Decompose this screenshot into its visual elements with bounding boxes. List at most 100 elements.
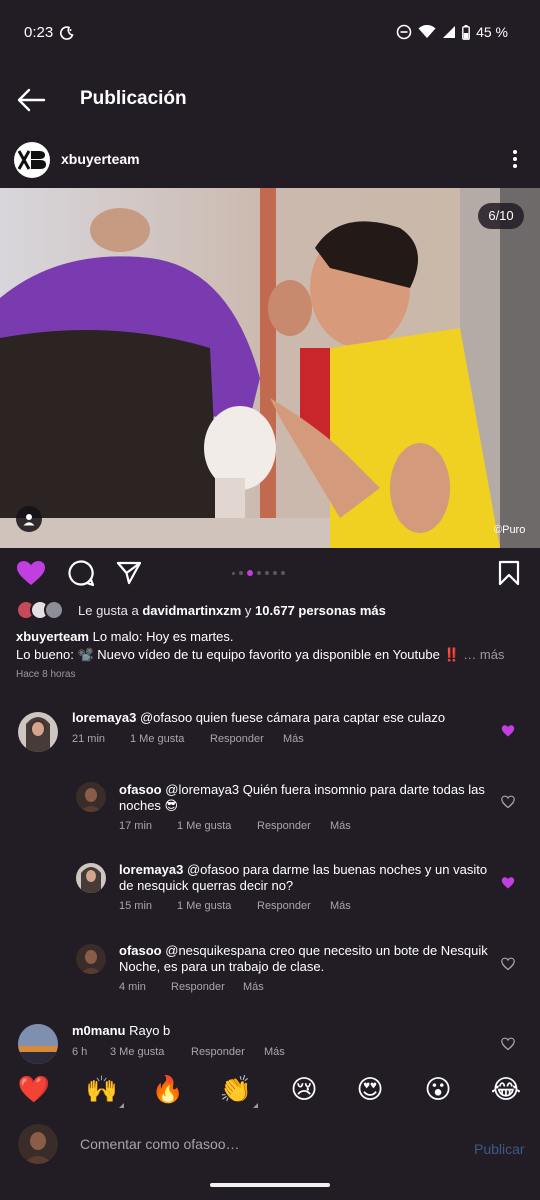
comment-avatar[interactable] <box>76 863 106 893</box>
comment-like-heart-outline-icon[interactable] <box>501 957 515 971</box>
comment-more-button[interactable]: Más <box>243 981 264 993</box>
post-photo[interactable] <box>0 188 540 548</box>
reply-button[interactable]: Responder <box>191 1046 264 1058</box>
likes-middle: y <box>241 603 256 618</box>
emoji-fire[interactable]: 🔥 <box>150 1074 186 1106</box>
comment-likes[interactable]: 1 Me gusta <box>130 733 210 745</box>
comment-text: loremaya3 @ofasoo para darme las buenas … <box>119 862 489 894</box>
post-photo-illustration <box>0 188 540 548</box>
comment-bubble-icon <box>68 560 95 587</box>
heart-filled-icon <box>17 561 45 585</box>
caption-line1: Lo malo: Hoy es martes. <box>92 629 234 644</box>
like-button[interactable] <box>14 558 48 588</box>
reply-button[interactable]: Responder <box>210 733 283 745</box>
wifi-icon <box>418 25 436 38</box>
emoji-glyph: 👏 <box>219 1075 253 1105</box>
comment-body: @nesquikespana creo que necesito un bote… <box>165 943 488 958</box>
post-time-ago: Hace 8 horas <box>16 669 76 680</box>
comment-avatar[interactable] <box>76 782 106 812</box>
publish-button[interactable]: Publicar <box>474 1141 525 1157</box>
comment-meta: 15 min 1 Me gusta Responder Más <box>119 900 351 912</box>
likes-count[interactable]: 10.677 personas más <box>255 603 386 618</box>
comment-username[interactable]: loremaya3 <box>119 862 183 877</box>
comment-more-button[interactable]: Más <box>330 820 351 832</box>
share-button[interactable] <box>114 558 144 588</box>
more-options-icon[interactable] <box>508 148 522 170</box>
post-author-avatar[interactable] <box>14 142 50 178</box>
comment-username[interactable]: loremaya3 <box>72 710 136 725</box>
comment-text: ofasoo @nesquikespana creo que necesito … <box>119 943 489 975</box>
emoji-glyph: 🙌 <box>85 1075 119 1105</box>
post-author-username[interactable]: xbuyerteam <box>61 151 140 167</box>
comment-body: @ofasoo para darme las buenas noches y u… <box>186 862 488 877</box>
comment-likes[interactable]: 1 Me gusta <box>177 900 257 912</box>
comment-meta: 6 h 3 Me gusta Responder Más <box>72 1046 285 1058</box>
reply-button[interactable]: Responder <box>257 900 330 912</box>
comment-input[interactable] <box>80 1136 450 1152</box>
comment-username[interactable]: ofasoo <box>119 782 162 797</box>
reply-button[interactable]: Responder <box>171 981 243 993</box>
comment-time: 21 min <box>72 733 106 745</box>
battery-percent: 45 % <box>476 24 508 40</box>
comment-time: 15 min <box>119 900 153 912</box>
comment-more-button[interactable]: Más <box>330 900 351 912</box>
caption-username[interactable]: xbuyerteam <box>16 629 89 644</box>
likes-user[interactable]: davidmartinxzm <box>142 603 241 618</box>
comment-likes[interactable]: 1 Me gusta <box>177 820 257 832</box>
photo-watermark: ©Puro <box>494 524 526 536</box>
comment-body: Rayo b <box>129 1023 171 1038</box>
emoji-heart[interactable]: ❤️ <box>16 1074 52 1106</box>
home-indicator[interactable] <box>210 1183 330 1187</box>
status-time: 0:23 <box>24 24 54 41</box>
liker-avatar <box>44 600 64 620</box>
comment-body: @loremaya3 Quién fuera insomnio para dar… <box>165 782 485 797</box>
emoji-surprised[interactable]: 😮 <box>420 1074 456 1106</box>
save-button[interactable] <box>494 558 524 588</box>
comment-more-button[interactable]: Más <box>283 733 304 745</box>
comment-like-heart-filled-icon[interactable] <box>501 724 515 738</box>
comment-body-cont: de nesquick querras decir no? <box>119 878 294 893</box>
comment-meta: 4 min Responder Más <box>119 981 264 993</box>
comment-avatar[interactable] <box>76 944 106 974</box>
status-icons: 45 % <box>396 24 508 40</box>
emoji-crying[interactable]: 😢 <box>286 1074 322 1106</box>
signal-icon <box>443 26 456 38</box>
caption-line2: Lo bueno: 📽️ Nuevo vídeo de tu equipo fa… <box>16 647 460 662</box>
comment-avatar[interactable] <box>18 712 58 752</box>
emoji-heart-eyes[interactable]: 😍 <box>352 1074 388 1106</box>
comment-likes[interactable]: 3 Me gusta <box>110 1046 191 1058</box>
carousel-dots <box>232 570 285 576</box>
post-caption: xbuyerteam Lo malo: Hoy es martes. Lo bu… <box>16 628 526 664</box>
comment-avatar[interactable] <box>18 1024 58 1064</box>
bookmark-icon <box>498 560 520 586</box>
send-paper-plane-icon <box>116 561 142 585</box>
comment-body-cont: noches 😎 <box>119 798 179 813</box>
comment-body-cont: Noche, es para un trabajo de clase. <box>119 959 325 974</box>
caption-more-link[interactable]: … más <box>463 647 504 662</box>
comment-like-heart-outline-icon[interactable] <box>501 1037 515 1051</box>
comment-meta: 17 min 1 Me gusta Responder Más <box>119 820 351 832</box>
dnd-icon <box>396 24 412 40</box>
comment-text: loremaya3 @ofasoo quien fuese cámara par… <box>72 710 472 726</box>
comment-time: 4 min <box>119 981 146 993</box>
comment-text: m0manu Rayo b <box>72 1023 472 1039</box>
comment-username[interactable]: m0manu <box>72 1023 125 1038</box>
tagged-people-icon[interactable] <box>16 506 42 532</box>
photo-counter: 6/10 <box>478 203 524 229</box>
reply-button[interactable]: Responder <box>257 820 330 832</box>
liker-avatars[interactable] <box>16 600 72 622</box>
comment-like-heart-filled-icon[interactable] <box>501 876 515 890</box>
page-title: Publicación <box>80 88 187 109</box>
emoji-raised-hands[interactable]: 🙌 <box>84 1074 124 1108</box>
back-arrow-icon[interactable] <box>16 86 46 114</box>
comment-username[interactable]: ofasoo <box>119 943 162 958</box>
emoji-quick-bar <box>0 1072 540 1112</box>
emoji-laughing[interactable]: 😂 <box>488 1074 524 1106</box>
comment-meta: 21 min 1 Me gusta Responder Más <box>72 733 304 745</box>
emoji-clap[interactable]: 👏 <box>218 1074 258 1108</box>
comment-button[interactable] <box>64 558 98 588</box>
comment-more-button[interactable]: Más <box>264 1046 285 1058</box>
likes-prefix: Le gusta a <box>78 603 143 618</box>
comment-like-heart-outline-icon[interactable] <box>501 795 515 809</box>
likes-summary[interactable]: Le gusta a davidmartinxzm y 10.677 perso… <box>78 603 386 618</box>
